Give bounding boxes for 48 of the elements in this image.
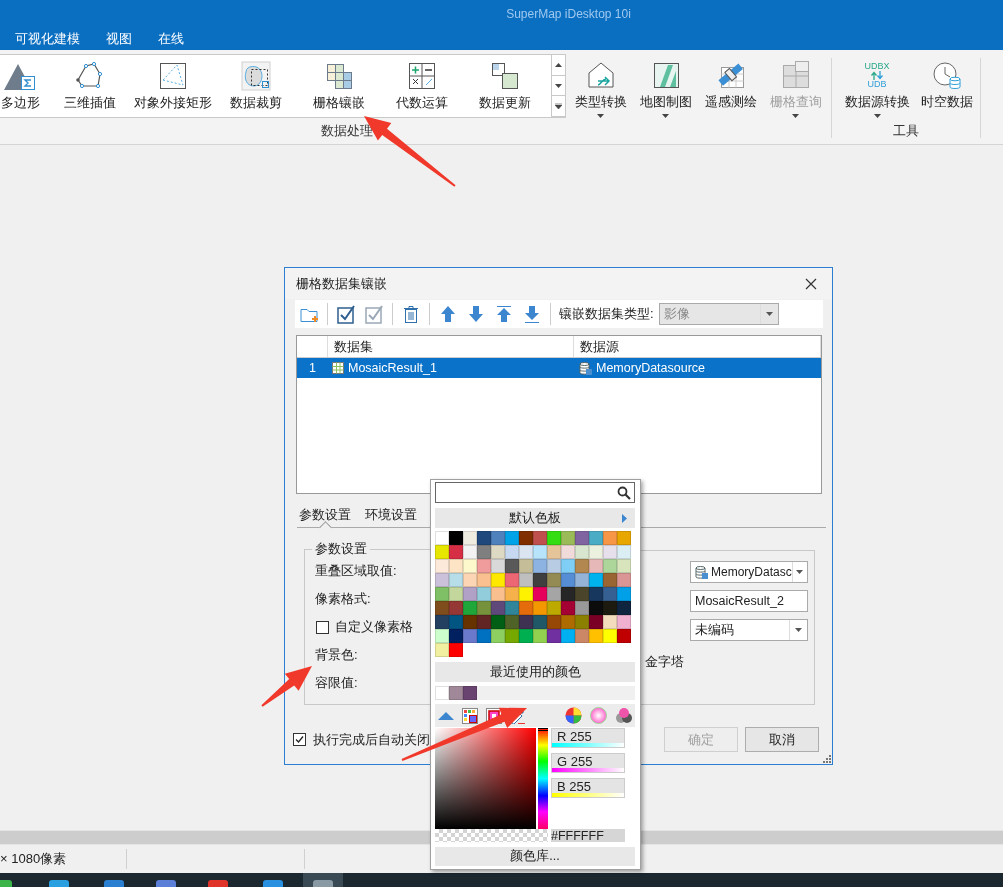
ribbon-button[interactable]: 类型转换 <box>568 54 633 118</box>
column-header: 数据集 <box>328 336 574 357</box>
table-row[interactable]: 1 MosaicResult_1 MemoryDatasource <box>297 358 821 378</box>
ribbon-button[interactable]: 栅格镶嵌 <box>297 55 380 117</box>
ribbon-button[interactable]: 三维插值 <box>48 55 131 117</box>
checkbox-label: 执行完成后自动关闭 <box>313 730 430 749</box>
field-label: 镶嵌数据集类型: <box>559 305 654 323</box>
channel-field[interactable]: B 255 <box>551 778 625 798</box>
channel-field[interactable]: R 255 <box>551 728 625 748</box>
ribbon-button[interactable]: 代数运算 <box>380 55 463 117</box>
icon-text: UDBX <box>864 61 890 71</box>
field-label: 重叠区域取值: <box>315 562 397 580</box>
recent-title: 最近使用的颜色 <box>489 663 581 681</box>
dialog-button[interactable]: 取消 <box>745 727 819 752</box>
palette-title: 默认色板 <box>509 509 561 527</box>
ribbon-button[interactable]: 数据更新 <box>463 55 546 117</box>
ribbon-button[interactable]: 数据裁剪 <box>214 55 297 117</box>
field-label: 背景色: <box>315 646 358 664</box>
ribbon-button[interactable]: 时空数据 <box>917 54 977 118</box>
ribbon-button[interactable]: 遥感测绘 <box>698 54 763 118</box>
window-title: SuperMap iDesktop 10i <box>506 7 631 21</box>
group-title: 参数设置 <box>312 541 370 557</box>
hex-field[interactable]: #FFFFFF <box>551 829 625 842</box>
ribbon-button[interactable]: 多边形 <box>0 55 48 117</box>
checkbox-label: 金字塔 <box>645 653 685 671</box>
field-label: 容限值: <box>315 674 358 692</box>
checkbox-label: 自定义像素格 <box>335 618 413 636</box>
status-text: × 1080像素 <box>0 850 68 868</box>
ribbon-button[interactable]: 对象外接矩形 <box>131 55 214 117</box>
table-cell: MemoryDatasource <box>596 361 706 375</box>
group-label: 工具 <box>893 122 919 140</box>
encoding-dropdown[interactable]: 未编码 <box>690 619 808 641</box>
ribbon-button[interactable]: 地图制图 <box>633 54 698 118</box>
table-cell: MosaicResult_1 <box>348 361 437 375</box>
column-header: 数据源 <box>574 336 821 357</box>
dataset-name-field[interactable]: MosaicResult_2 <box>690 590 808 612</box>
tab[interactable]: 环境设置 <box>365 502 417 527</box>
icon-text: UDB <box>867 79 887 89</box>
ribbon-button[interactable]: UDBX UDB 数据源转换 <box>837 54 917 118</box>
row-number: 1 <box>308 360 317 377</box>
menu-tab[interactable]: 可视化建模 <box>2 28 93 50</box>
dialog-title: 栅格数据集镶嵌 <box>296 274 388 293</box>
datasource-dropdown[interactable]: MemoryDatasc <box>690 561 808 583</box>
field-label: 像素格式: <box>315 590 371 608</box>
menu-tab[interactable]: 在线 <box>145 28 197 50</box>
channel-field[interactable]: G 255 <box>551 753 625 773</box>
menu-tab[interactable]: 视图 <box>93 28 145 50</box>
color-library-button[interactable]: 颜色库... <box>435 847 635 866</box>
